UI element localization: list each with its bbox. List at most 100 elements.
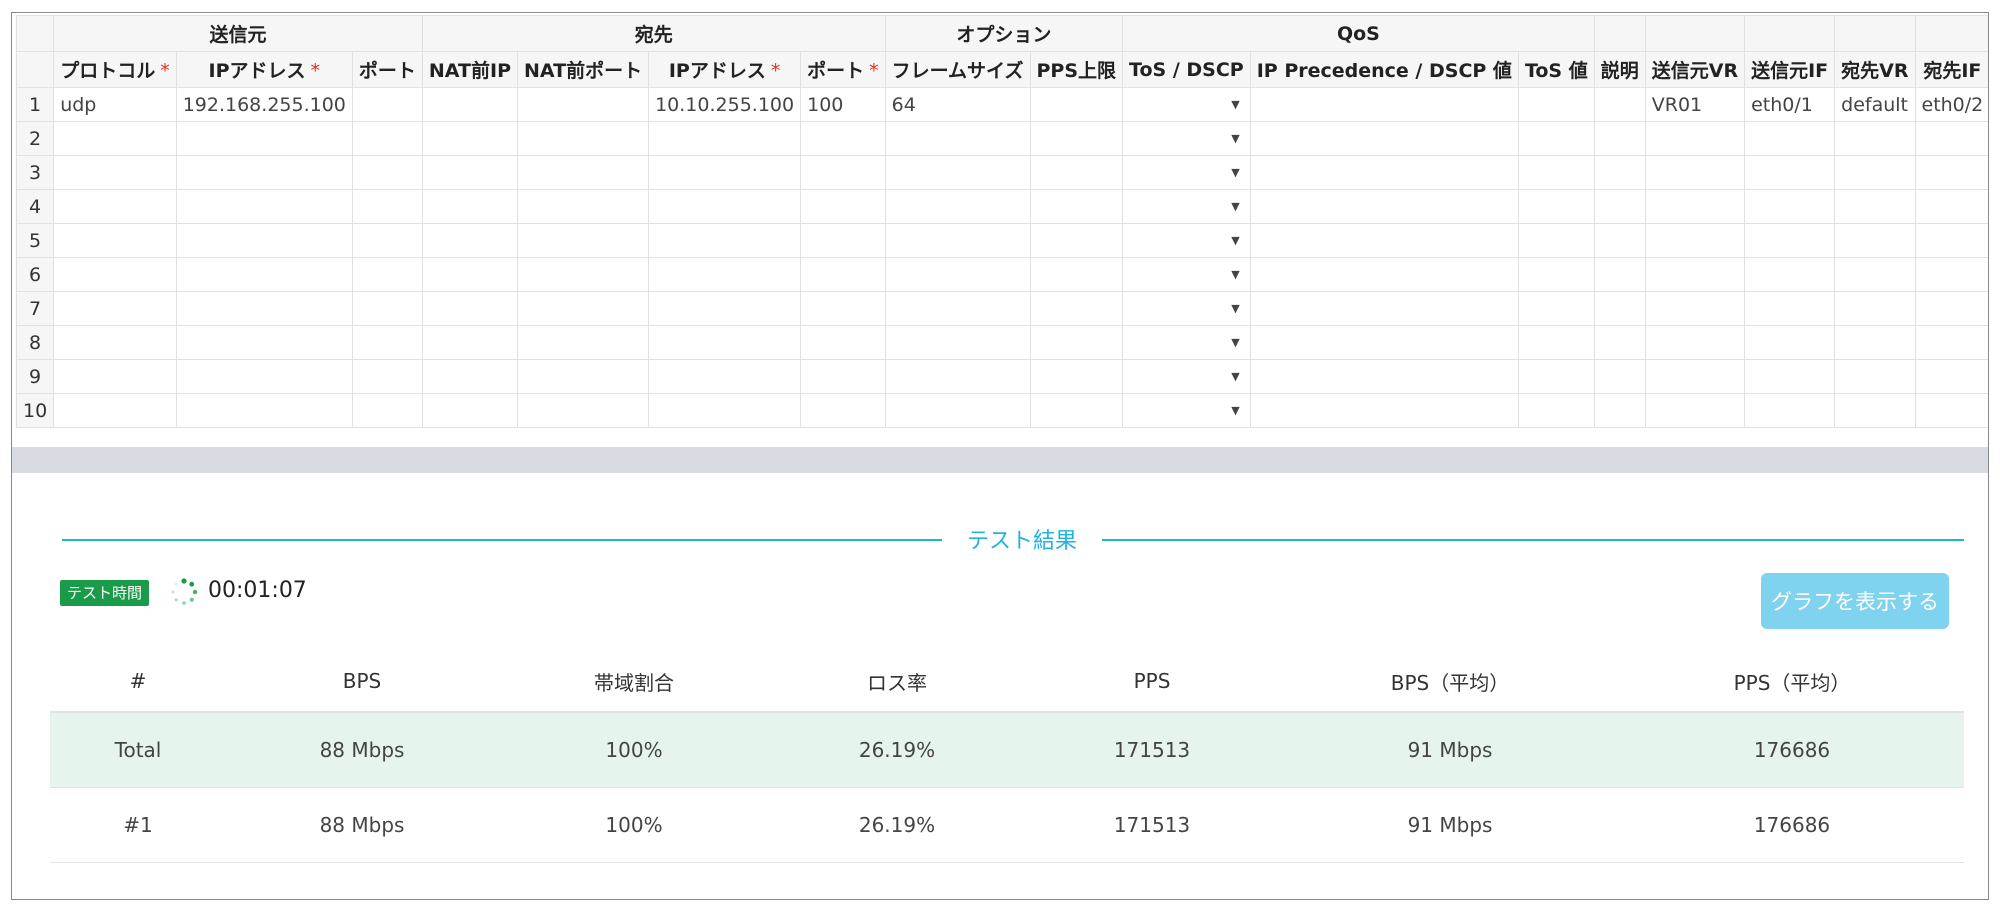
grid-cell[interactable] xyxy=(351,223,423,258)
grid-cell[interactable] xyxy=(1744,223,1836,258)
grid-cell[interactable] xyxy=(1914,121,1988,156)
grid-cell[interactable] xyxy=(516,325,650,360)
grid-cell[interactable] xyxy=(421,359,519,394)
grid-cell[interactable] xyxy=(1644,189,1746,224)
grid-cell[interactable] xyxy=(1593,257,1646,292)
grid-cell[interactable] xyxy=(53,291,177,326)
grid-cell[interactable] xyxy=(1249,257,1519,292)
grid-cell[interactable] xyxy=(351,87,423,122)
grid-cell[interactable] xyxy=(1644,393,1746,428)
column-header[interactable]: ポート * xyxy=(800,51,886,88)
grid-cell[interactable] xyxy=(351,189,423,224)
grid-cell[interactable] xyxy=(1517,291,1595,326)
grid-cell[interactable]: 10.10.255.100 xyxy=(648,87,802,122)
grid-cell[interactable] xyxy=(421,189,519,224)
grid-cell[interactable] xyxy=(1744,257,1836,292)
grid-cell[interactable] xyxy=(648,189,802,224)
grid-cell[interactable] xyxy=(884,291,1031,326)
grid-cell[interactable] xyxy=(1593,189,1646,224)
grid-cell[interactable] xyxy=(1834,359,1916,394)
grid-cell[interactable]: eth0/2 xyxy=(1914,87,1988,122)
tos-dscp-select[interactable]: ▼ xyxy=(1122,121,1251,156)
column-header[interactable]: ToS 値 xyxy=(1517,51,1595,88)
grid-cell[interactable] xyxy=(53,189,177,224)
grid-cell[interactable] xyxy=(1029,291,1124,326)
grid-cell[interactable] xyxy=(800,121,886,156)
grid-cell[interactable]: 192.168.255.100 xyxy=(175,87,353,122)
grid-cell[interactable] xyxy=(800,325,886,360)
grid-cell[interactable] xyxy=(800,257,886,292)
column-header[interactable]: プロトコル * xyxy=(53,51,177,88)
grid-cell[interactable] xyxy=(1914,291,1988,326)
grid-cell[interactable] xyxy=(648,155,802,190)
grid-cell[interactable]: udp xyxy=(53,87,177,122)
grid-cell[interactable] xyxy=(421,257,519,292)
grid-cell[interactable] xyxy=(1914,223,1988,258)
grid-cell[interactable] xyxy=(884,189,1031,224)
grid-cell[interactable] xyxy=(1517,325,1595,360)
grid-cell[interactable] xyxy=(516,291,650,326)
grid-cell[interactable] xyxy=(648,291,802,326)
grid-cell[interactable] xyxy=(800,359,886,394)
grid-cell[interactable] xyxy=(1593,325,1646,360)
grid-cell[interactable] xyxy=(1249,325,1519,360)
column-header[interactable]: ToS / DSCP xyxy=(1122,51,1251,88)
grid-cell[interactable] xyxy=(648,223,802,258)
tos-dscp-select[interactable]: ▼ xyxy=(1122,393,1251,428)
grid-cell[interactable] xyxy=(1517,223,1595,258)
column-header[interactable]: ポート xyxy=(351,51,423,88)
grid-cell[interactable] xyxy=(1834,325,1916,360)
grid-cell[interactable] xyxy=(884,121,1031,156)
grid-cell[interactable] xyxy=(1517,155,1595,190)
grid-cell[interactable] xyxy=(1914,359,1988,394)
grid-cell[interactable] xyxy=(53,223,177,258)
grid-cell[interactable] xyxy=(1029,121,1124,156)
grid-cell[interactable] xyxy=(351,359,423,394)
grid-cell[interactable] xyxy=(175,223,353,258)
grid-cell[interactable]: default xyxy=(1834,87,1916,122)
grid-cell[interactable] xyxy=(175,325,353,360)
grid-cell[interactable] xyxy=(1029,359,1124,394)
horizontal-scrollbar[interactable] xyxy=(12,447,1988,473)
tos-dscp-select[interactable]: ▼ xyxy=(1122,325,1251,360)
grid-cell[interactable] xyxy=(421,121,519,156)
grid-cell[interactable] xyxy=(421,291,519,326)
grid-cell[interactable] xyxy=(1744,393,1836,428)
column-header[interactable]: 送信元VR xyxy=(1644,51,1746,88)
grid-cell[interactable] xyxy=(1593,359,1646,394)
grid-cell[interactable] xyxy=(421,87,519,122)
grid-cell[interactable] xyxy=(1249,87,1519,122)
grid-cell[interactable] xyxy=(1517,393,1595,428)
grid-cell[interactable] xyxy=(1914,155,1988,190)
grid-cell[interactable] xyxy=(1517,121,1595,156)
grid-cell[interactable] xyxy=(884,325,1031,360)
grid-cell[interactable] xyxy=(351,393,423,428)
grid-cell[interactable] xyxy=(1029,325,1124,360)
grid-cell[interactable] xyxy=(1744,291,1836,326)
grid-cell[interactable]: VR01 xyxy=(1644,87,1746,122)
grid-cell[interactable] xyxy=(421,223,519,258)
grid-cell[interactable] xyxy=(516,257,650,292)
grid-cell[interactable] xyxy=(1593,87,1646,122)
grid-cell[interactable] xyxy=(351,325,423,360)
grid-cell[interactable] xyxy=(175,291,353,326)
grid-cell[interactable] xyxy=(1834,189,1916,224)
grid-cell[interactable] xyxy=(1249,291,1519,326)
column-header[interactable]: IPアドレス * xyxy=(648,51,802,88)
grid-cell[interactable] xyxy=(1644,121,1746,156)
grid-cell[interactable] xyxy=(648,325,802,360)
grid-cell[interactable] xyxy=(351,257,423,292)
grid-cell[interactable] xyxy=(1029,155,1124,190)
grid-cell[interactable] xyxy=(1517,189,1595,224)
grid-cell[interactable] xyxy=(516,189,650,224)
grid-cell[interactable]: eth0/1 xyxy=(1744,87,1836,122)
grid-cell[interactable] xyxy=(351,121,423,156)
grid-cell[interactable] xyxy=(1249,155,1519,190)
grid-cell[interactable] xyxy=(1517,257,1595,292)
grid-cell[interactable] xyxy=(1593,223,1646,258)
grid-cell[interactable] xyxy=(1744,325,1836,360)
grid-cell[interactable] xyxy=(1029,189,1124,224)
grid-cell[interactable] xyxy=(516,121,650,156)
grid-cell[interactable] xyxy=(516,155,650,190)
grid-cell[interactable] xyxy=(1914,189,1988,224)
